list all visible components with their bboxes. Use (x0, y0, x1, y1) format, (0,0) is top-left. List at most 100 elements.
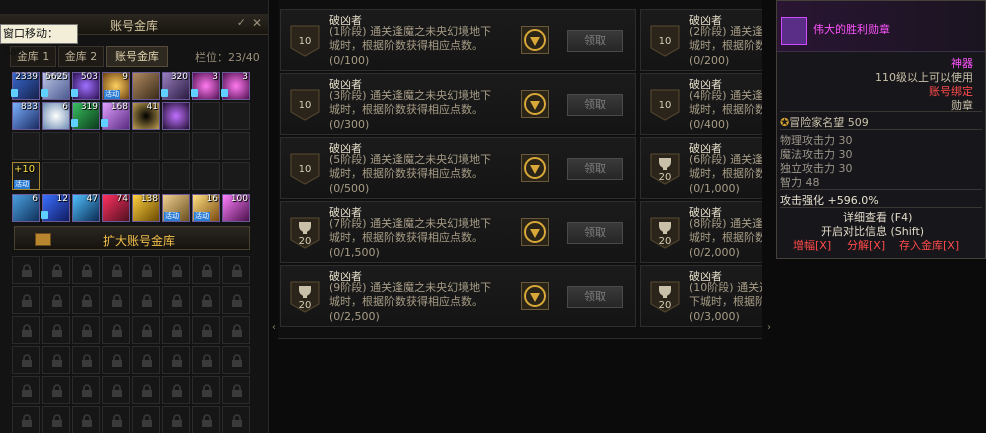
rank-badge-icon: 10 (650, 89, 680, 121)
item-name: 伟大的胜利勋章 (813, 23, 890, 36)
lock-icon (22, 324, 32, 337)
vault-item[interactable]: 活动 (162, 194, 190, 222)
quest-progress: (0/300) (329, 118, 370, 131)
reward-item[interactable] (521, 282, 549, 310)
quest-progress: (0/200) (689, 54, 730, 67)
locked-slot (192, 316, 220, 344)
lock-icon (52, 294, 62, 307)
empty-slot[interactable] (42, 132, 70, 160)
empty-slot[interactable] (162, 132, 190, 160)
vault-item[interactable]: 12 (41, 194, 70, 222)
trophy-badge-icon: 20 (290, 281, 320, 313)
reward-emblem-icon (524, 157, 546, 179)
locked-slot (222, 286, 250, 314)
reward-item[interactable] (521, 218, 549, 246)
badge-points: 10 (299, 164, 312, 175)
empty-slot[interactable] (192, 162, 220, 190)
rank-badge-icon: 10 (290, 153, 320, 185)
pin-icon[interactable]: ✓ (237, 16, 246, 29)
vault-item[interactable]: 138 (132, 194, 160, 222)
quest-description: (7阶段) 通关逢魔之未央幻境地下城时，根据阶数获得相应点数。 (329, 217, 492, 244)
vault-item[interactable]: 2339 (11, 72, 40, 100)
empty-slot[interactable] (12, 132, 40, 160)
empty-slot[interactable] (192, 102, 220, 130)
vault-item[interactable]: 319 (71, 102, 100, 130)
empty-slot[interactable] (72, 162, 100, 190)
lock-icon (142, 354, 152, 367)
lock-icon (142, 384, 152, 397)
lock-icon (22, 264, 32, 277)
empty-slot[interactable] (72, 132, 100, 160)
empty-slot[interactable] (222, 102, 250, 130)
tab-account-vault[interactable]: 账号金库 (106, 46, 168, 67)
vault-item[interactable]: 503 (71, 72, 100, 100)
vault-item[interactable]: 41 (132, 102, 160, 130)
vault-title: 账号金库 (110, 19, 159, 33)
claim-button[interactable]: 领取 (567, 286, 623, 308)
vault-item[interactable]: 833 (12, 102, 40, 130)
quest-description: (5阶段) 通关逢魔之未央幻境地下城时，根据阶数获得相应点数。 (329, 153, 492, 180)
empty-slot[interactable] (162, 162, 190, 190)
empty-slot[interactable] (132, 162, 160, 190)
divider (780, 129, 982, 130)
vault-item[interactable]: 3 (191, 72, 220, 100)
claim-button[interactable]: 领取 (567, 30, 623, 52)
quest-progress: (0/1,500) (329, 246, 380, 259)
rank-badge-icon: 10 (290, 25, 320, 57)
empty-slot[interactable] (132, 132, 160, 160)
lock-icon (22, 354, 32, 367)
claim-button[interactable]: 领取 (567, 222, 623, 244)
vault-item[interactable]: 6 (42, 102, 70, 130)
empty-slot[interactable] (192, 132, 220, 160)
store-vault-button[interactable]: 存入金库[X] (899, 237, 959, 253)
empty-slot[interactable] (222, 132, 250, 160)
amplify-button[interactable]: 增幅[X] (793, 237, 831, 253)
claim-button[interactable]: 领取 (567, 158, 623, 180)
vault-item[interactable]: 100 (222, 194, 250, 222)
tab-vault-2[interactable]: 金库 2 (58, 46, 104, 67)
locked-slot (132, 406, 160, 433)
scroll-left-icon[interactable]: ‹ (270, 316, 278, 340)
disassemble-button[interactable]: 分解[X] (847, 237, 885, 253)
trophy-badge-icon: 20 (650, 153, 680, 185)
locked-slot (192, 376, 220, 404)
reward-item[interactable] (521, 26, 549, 54)
vault-item[interactable]: 9 活动 (102, 72, 130, 100)
close-icon[interactable]: ✕ (252, 16, 262, 30)
vault-item[interactable]: 5625 (41, 72, 70, 100)
vault-item[interactable]: 16 活动 (192, 194, 220, 222)
reward-emblem-icon (524, 285, 546, 307)
vault-item[interactable]: 6 (12, 194, 40, 222)
trophy-badge-icon: 20 (650, 281, 680, 313)
empty-slot[interactable] (102, 132, 130, 160)
account-vault-panel: 账号金库 ✓ ✕ 窗口移动：Tab 金库 1 金库 2 账号金库 栏位：23/4… (0, 0, 269, 433)
reward-item[interactable] (521, 90, 549, 118)
empty-slot[interactable] (42, 162, 70, 190)
reward-emblem-icon (524, 93, 546, 115)
vault-item[interactable]: 168 (101, 102, 130, 130)
lock-icon (142, 294, 152, 307)
lock-icon (82, 324, 92, 337)
vault-item[interactable] (162, 102, 190, 130)
lock-icon (172, 294, 182, 307)
reward-item[interactable] (521, 154, 549, 182)
scroll-right-icon[interactable]: › (765, 316, 773, 340)
expand-vault-button[interactable]: 扩大账号金库 (14, 226, 250, 250)
vault-item[interactable]: 3 (221, 72, 250, 100)
vault-item[interactable]: 47 (72, 194, 100, 222)
locked-slot (102, 286, 130, 314)
lock-icon (82, 264, 92, 277)
claim-button[interactable]: 领取 (567, 94, 623, 116)
vault-item[interactable]: 74 (102, 194, 130, 222)
lock-icon (52, 414, 62, 427)
empty-slot[interactable] (222, 162, 250, 190)
fame-line: ✪冒险家名望 509 (780, 116, 869, 129)
vault-item[interactable]: +10 活动 (12, 162, 40, 190)
divider (780, 111, 982, 112)
empty-slot[interactable] (102, 162, 130, 190)
trophy-badge-icon: 20 (290, 217, 320, 249)
badge-points: 20 (659, 300, 672, 311)
vault-item[interactable]: 320 (161, 72, 190, 100)
locked-slot (12, 346, 40, 374)
vault-item[interactable] (132, 72, 160, 100)
